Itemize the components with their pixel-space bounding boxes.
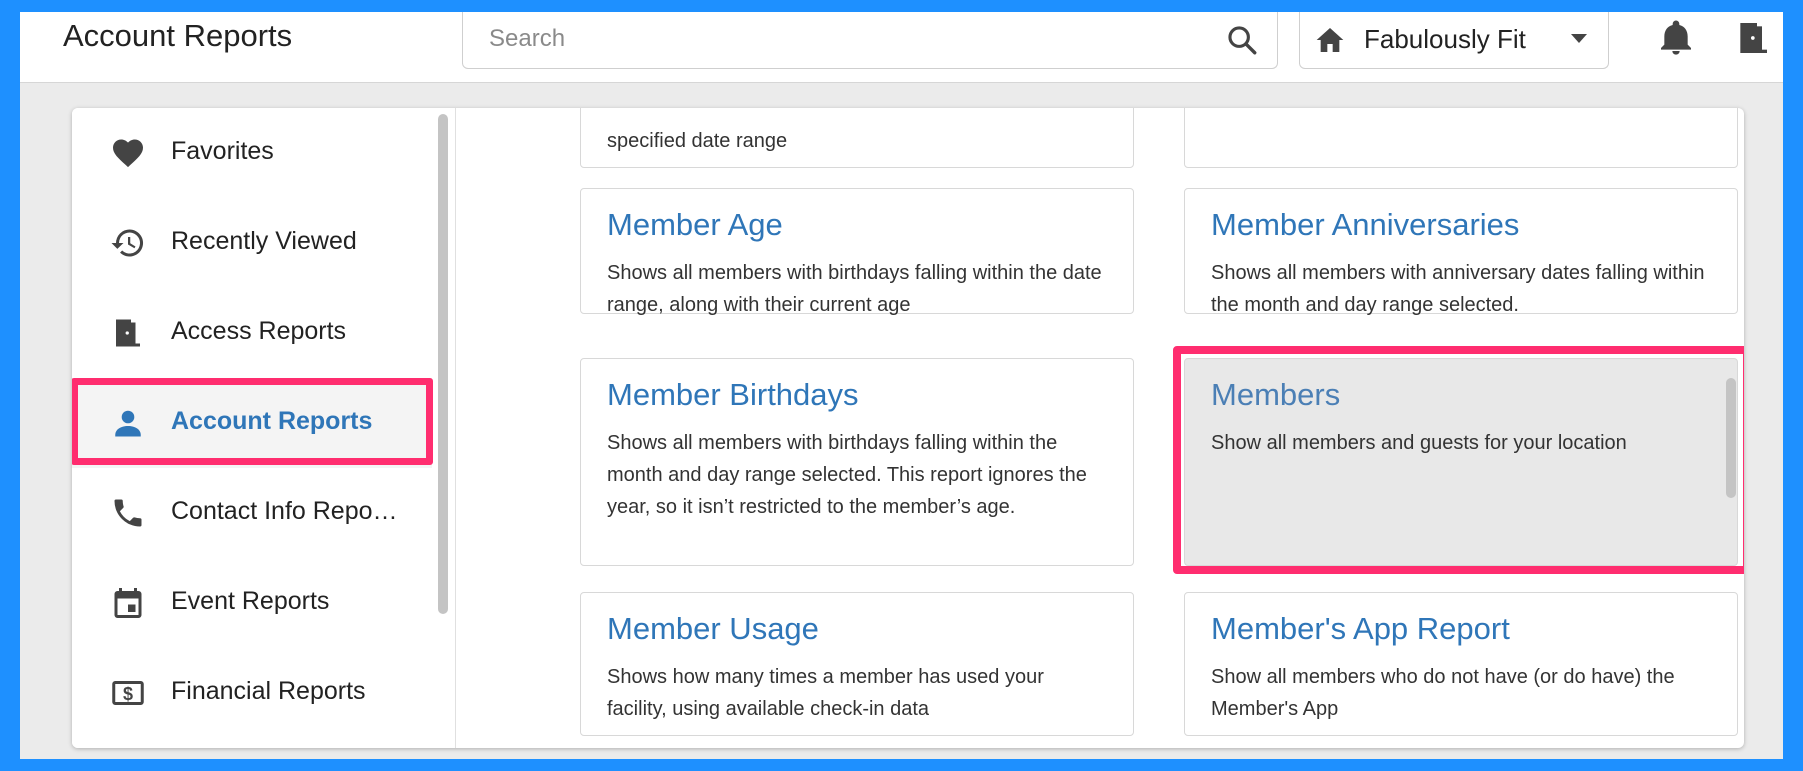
report-card-partial[interactable] — [1184, 108, 1738, 168]
report-cards-area: specified date range Member Age Shows al… — [456, 108, 1744, 748]
report-card-members-app[interactable]: Member's App Report Show all members who… — [1184, 592, 1738, 736]
sidebar-item-label: Recently Viewed — [171, 227, 357, 255]
reports-panel: Favorites Recently Viewed Access Reports — [72, 108, 1744, 748]
content-scrollbar[interactable] — [1726, 378, 1736, 498]
person-icon — [115, 410, 141, 437]
card-description: Shows how many times a member has used y… — [607, 666, 1044, 720]
sidebar-item-label: Event Reports — [171, 587, 330, 615]
door-icon — [116, 319, 140, 347]
sidebar: Favorites Recently Viewed Access Reports — [72, 108, 456, 748]
history-icon — [111, 229, 144, 257]
sidebar-item-access-reports[interactable]: Access Reports — [72, 288, 432, 378]
report-card-member-birthdays[interactable]: Member Birthdays Shows all members with … — [580, 358, 1134, 566]
sidebar-item-label: Access Reports — [171, 317, 347, 345]
card-title: Member Anniversaries — [1211, 207, 1520, 242]
search-input[interactable] — [487, 22, 1191, 56]
report-card-member-age[interactable]: Member Age Shows all members with birthd… — [580, 188, 1134, 316]
search-icon[interactable] — [1225, 23, 1259, 57]
sidebar-item-favorites[interactable]: Favorites — [72, 108, 432, 198]
sidebar-item-account-reports[interactable]: Account Reports — [72, 378, 432, 468]
sidebar-item-label: Financial Reports — [171, 677, 366, 705]
svg-text:$: $ — [123, 684, 133, 704]
calendar-icon — [114, 588, 142, 618]
card-description: Shows all members with birthdays falling… — [607, 432, 1087, 518]
sidebar-item-recently-viewed[interactable]: Recently Viewed — [72, 198, 432, 288]
card-description: specified date range — [607, 130, 788, 152]
home-icon — [1316, 28, 1344, 52]
sidebar-item-financial-reports[interactable]: $ Financial Reports — [72, 648, 432, 738]
bell-icon[interactable] — [1656, 18, 1696, 58]
dollar-icon: $ — [112, 681, 144, 705]
card-title: Member Birthdays — [607, 377, 859, 412]
top-bar: Account Reports Fabulously Fit — [20, 12, 1783, 83]
card-description: Shows all members with anniversary dates… — [1211, 262, 1705, 316]
card-description: Shows all members with birthdays falling… — [607, 262, 1102, 316]
card-description: Show all members and guests for your loc… — [1211, 432, 1627, 454]
heart-icon — [113, 139, 143, 168]
report-card-member-usage[interactable]: Member Usage Shows how many times a memb… — [580, 592, 1134, 736]
sidebar-item-label: Account Reports — [171, 407, 373, 435]
report-card-member-anniversaries[interactable]: Member Anniversaries Shows all members w… — [1184, 188, 1738, 316]
chevron-down-icon — [1571, 34, 1587, 43]
logout-door-icon[interactable] — [1732, 18, 1772, 58]
card-description: Show all members who do not have (or do … — [1211, 666, 1675, 720]
sidebar-scrollbar[interactable] — [438, 114, 448, 614]
report-card-members[interactable]: Members Show all members and guests for … — [1184, 358, 1738, 566]
sidebar-item-label: Contact Info Repo… — [171, 497, 398, 525]
sidebar-item-contact-info-reports[interactable]: Contact Info Repo… — [72, 468, 432, 558]
phone-icon — [114, 499, 142, 527]
sidebar-item-label: Favorites — [171, 137, 274, 165]
location-selector[interactable]: Fabulously Fit — [1299, 12, 1609, 69]
card-title: Member's App Report — [1211, 611, 1510, 646]
card-title: Member Age — [607, 207, 783, 242]
search-box[interactable] — [462, 12, 1278, 69]
sidebar-item-event-reports[interactable]: Event Reports — [72, 558, 432, 648]
location-name: Fabulously Fit — [1364, 24, 1526, 54]
report-card-partial[interactable]: specified date range — [580, 108, 1134, 168]
card-title: Members — [1211, 377, 1341, 412]
page-title: Account Reports — [63, 18, 293, 53]
card-title: Member Usage — [607, 611, 819, 646]
